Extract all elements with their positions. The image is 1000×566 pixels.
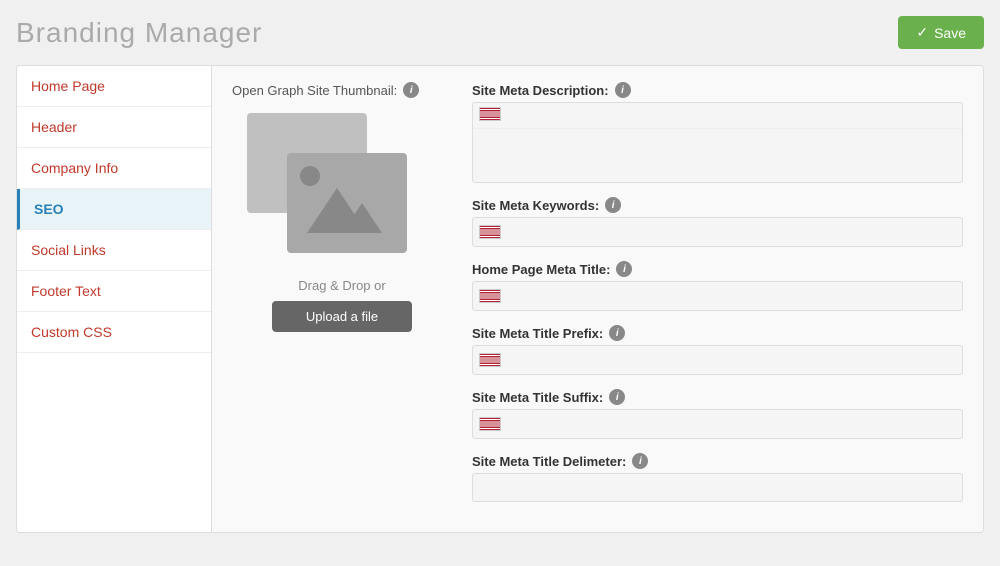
site-meta-title-delimeter-input[interactable] — [472, 473, 963, 502]
site-meta-title-suffix-input[interactable] — [505, 417, 956, 432]
home-page-meta-title-info-icon[interactable]: i — [616, 261, 632, 277]
site-meta-title-delimeter-info-icon[interactable]: i — [632, 453, 648, 469]
site-meta-description-info-icon[interactable]: i — [615, 82, 631, 98]
sidebar-item-company-info[interactable]: Company Info — [17, 148, 211, 189]
field-label-site-meta-title-suffix: Site Meta Title Suffix: i — [472, 389, 963, 405]
site-meta-title-prefix-input[interactable] — [505, 353, 956, 368]
page-wrapper: Branding Manager ✓ Save Home Page Header… — [0, 0, 1000, 566]
flag-row-description — [473, 103, 962, 129]
sidebar-item-social-links[interactable]: Social Links — [17, 230, 211, 271]
sidebar-item-footer-text[interactable]: Footer Text — [17, 271, 211, 312]
content-panel: Open Graph Site Thumbnail: i — [212, 66, 983, 532]
site-meta-title-suffix-input-row — [472, 409, 963, 439]
site-meta-keywords-input-row — [472, 217, 963, 247]
thumbnail-info-icon[interactable]: i — [403, 82, 419, 98]
site-meta-title-suffix-info-icon[interactable]: i — [609, 389, 625, 405]
sidebar-item-home-page[interactable]: Home Page — [17, 66, 211, 107]
drag-drop-text: Drag & Drop or — [232, 278, 452, 293]
main-content: Home Page Header Company Info SEO Social… — [16, 65, 984, 533]
flag-us-keywords[interactable] — [479, 225, 501, 239]
site-meta-keywords-input[interactable] — [505, 225, 956, 240]
sidebar-item-custom-css[interactable]: Custom CSS — [17, 312, 211, 353]
flag-us-title-prefix[interactable] — [479, 353, 501, 367]
field-group-site-meta-keywords: Site Meta Keywords: i — [472, 197, 963, 247]
field-group-site-meta-title-suffix: Site Meta Title Suffix: i — [472, 389, 963, 439]
home-page-meta-title-input-row — [472, 281, 963, 311]
site-meta-description-textarea-wrapper — [472, 102, 963, 183]
sidebar-item-seo[interactable]: SEO — [17, 189, 211, 230]
field-group-site-meta-description: Site Meta Description: i — [472, 82, 963, 183]
upload-button[interactable]: Upload a file — [272, 301, 412, 332]
thumbnail-dropzone[interactable] — [242, 108, 422, 268]
field-group-site-meta-title-prefix: Site Meta Title Prefix: i — [472, 325, 963, 375]
flag-us-title-suffix[interactable] — [479, 417, 501, 431]
sidebar: Home Page Header Company Info SEO Social… — [17, 66, 212, 532]
site-meta-title-prefix-input-row — [472, 345, 963, 375]
site-meta-title-prefix-info-icon[interactable]: i — [609, 325, 625, 341]
thumbnail-section: Open Graph Site Thumbnail: i — [232, 82, 452, 516]
sidebar-item-header[interactable]: Header — [17, 107, 211, 148]
checkmark-icon: ✓ — [916, 24, 928, 41]
flag-us-home-meta-title[interactable] — [479, 289, 501, 303]
field-label-site-meta-keywords: Site Meta Keywords: i — [472, 197, 963, 213]
thumbnail-label: Open Graph Site Thumbnail: i — [232, 82, 452, 98]
site-meta-keywords-info-icon[interactable]: i — [605, 197, 621, 213]
home-page-meta-title-input[interactable] — [505, 289, 956, 304]
flag-us-description[interactable] — [479, 107, 501, 121]
page-header: Branding Manager ✓ Save — [16, 16, 984, 49]
field-label-home-page-meta-title: Home Page Meta Title: i — [472, 261, 963, 277]
field-group-home-page-meta-title: Home Page Meta Title: i — [472, 261, 963, 311]
field-label-site-meta-title-prefix: Site Meta Title Prefix: i — [472, 325, 963, 341]
fields-section: Site Meta Description: i Site Meta Keywo… — [472, 82, 963, 516]
field-group-site-meta-title-delimeter: Site Meta Title Delimeter: i — [472, 453, 963, 502]
save-button[interactable]: ✓ Save — [898, 16, 984, 49]
page-title: Branding Manager — [16, 17, 262, 49]
site-meta-description-input[interactable] — [473, 129, 962, 179]
field-label-site-meta-description: Site Meta Description: i — [472, 82, 963, 98]
thumbnail-svg — [242, 108, 422, 268]
field-label-site-meta-title-delimeter: Site Meta Title Delimeter: i — [472, 453, 963, 469]
